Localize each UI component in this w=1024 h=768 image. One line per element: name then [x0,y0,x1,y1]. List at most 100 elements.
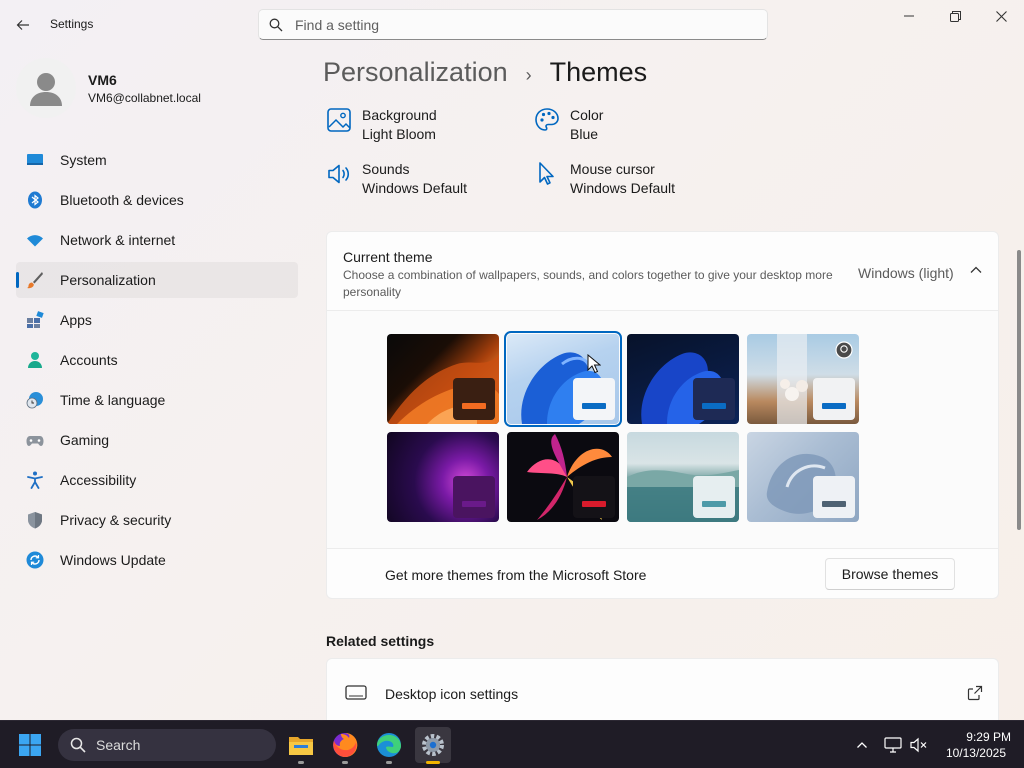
show-hidden-icons-button[interactable] [852,735,872,755]
shield-icon [28,512,42,529]
external-link-icon [967,685,983,701]
bluetooth-icon [28,191,42,209]
back-button[interactable] [10,12,36,38]
volume-tray-button[interactable] [909,735,929,755]
settings-search[interactable] [258,9,768,40]
search-input[interactable] [295,16,735,33]
minimize-icon [904,15,914,17]
restore-button[interactable] [932,0,978,32]
accent-bar [702,403,726,409]
clock-time[interactable]: 9:29 PM [955,730,1011,744]
theme-tile-captured-motion[interactable] [507,432,619,522]
taskbar-file-explorer[interactable] [283,727,319,764]
spotlight-camera-icon [835,341,853,359]
theme-tile-sunrise[interactable] [627,432,739,522]
theme-tile-glow[interactable] [387,432,499,522]
network-tray-button[interactable] [883,735,903,755]
accent-bar [582,501,606,507]
taskbar-firefox[interactable] [327,727,363,764]
apps-icon [27,311,44,328]
close-button[interactable] [978,0,1024,32]
volume-muted-icon [910,737,927,753]
desktop-icon-settings-label: Desktop icon settings [385,686,519,702]
sidebar-item-time-language[interactable]: Time & language [16,382,298,418]
sidebar-item-label: Apps [60,312,92,328]
theme-window-preview [453,476,495,518]
accent-bar [822,403,846,409]
sidebar-item-accessibility[interactable]: Accessibility [16,462,298,498]
app-title: Settings [50,17,94,31]
sounds-title: Sounds [362,161,410,177]
browse-themes-button[interactable]: Browse themes [825,558,955,590]
monitor-icon [345,685,367,700]
theme-window-preview [693,378,735,420]
sidebar-item-bluetooth[interactable]: Bluetooth & devices [16,182,298,218]
scrollbar[interactable] [1017,250,1021,530]
search-icon [269,18,283,31]
sidebar-item-system[interactable]: System [16,142,298,178]
mouse-cursor-value: Windows Default [570,180,676,196]
brush-icon [27,272,43,289]
desktop-icon-settings-row[interactable]: Desktop icon settings [326,658,999,728]
user-profile[interactable]: VM6 VM6@collabnet.local [16,58,296,118]
sidebar-item-accounts[interactable]: Accounts [16,342,298,378]
theme-tile-spotlight[interactable] [747,334,859,424]
sidebar-item-apps[interactable]: Apps [16,302,298,338]
sidebar-item-label: Accounts [60,352,118,368]
taskbar: Search 9:29 PM 10/13/2025 [0,720,1024,768]
firefox-icon [333,732,358,757]
clock-date[interactable]: 10/13/2025 [940,746,1006,760]
breadcrumb-parent[interactable]: Personalization [323,57,508,88]
restore-icon [949,10,961,22]
sidebar-item-network[interactable]: Network & internet [16,222,298,258]
theme-window-preview [453,378,495,420]
sidebar-item-personalization[interactable]: Personalization [16,262,298,298]
theme-tile-windows-light[interactable] [504,331,622,427]
theme-tile-orange-dark[interactable] [387,334,499,424]
edge-icon [377,733,401,757]
close-icon [995,10,1007,22]
sidebar-item-privacy[interactable]: Privacy & security [16,502,298,538]
mouse-cursor-setting[interactable]: Mouse cursor Windows Default [534,161,724,201]
taskbar-search-label: Search [96,737,141,753]
color-setting[interactable]: Color Blue [534,107,724,147]
sounds-setting[interactable]: Sounds Windows Default [326,161,516,201]
minimize-button[interactable] [886,0,932,32]
background-value: Light Bloom [362,126,436,142]
taskbar-search[interactable]: Search [58,729,276,761]
accessibility-icon [27,471,43,489]
theme-window-preview [813,476,855,518]
breadcrumb-separator: › [525,65,532,85]
globe-clock-icon [26,392,43,409]
theme-window-preview [813,378,855,420]
sounds-value: Windows Default [362,180,468,196]
sidebar-item-label: Windows Update [60,552,166,568]
mouse-cursor-title: Mouse cursor [570,161,655,177]
taskbar-settings[interactable] [415,727,451,764]
sidebar-item-label: Bluetooth & devices [60,192,184,208]
sidebar-item-label: Network & internet [60,232,176,248]
running-indicator [342,761,348,764]
search-icon [70,737,86,753]
sidebar-item-windows-update[interactable]: Windows Update [16,542,298,578]
sidebar-item-label: System [60,152,107,168]
theme-gallery [326,311,999,549]
current-theme-header[interactable]: Current theme Choose a combination of wa… [326,231,999,311]
theme-window-preview [573,378,615,420]
speaker-icon [328,164,350,184]
sidebar-item-label: Time & language [60,392,166,408]
windows-start-icon[interactable] [18,733,42,757]
background-setting[interactable]: Background Light Bloom [326,107,516,147]
update-icon [26,551,44,569]
running-indicator [298,761,304,764]
sidebar-item-gaming[interactable]: Gaming [16,422,298,458]
theme-tile-windows-dark[interactable] [627,334,739,424]
chevron-up-icon[interactable] [968,262,984,278]
store-text: Get more themes from the Microsoft Store [385,567,647,583]
mouse-pointer-icon [587,354,601,374]
active-indicator [426,761,440,764]
sidebar-nav: System Bluetooth & devices Network & int… [16,142,298,582]
accent-bar [582,403,606,409]
taskbar-edge[interactable] [371,727,407,764]
theme-tile-flow[interactable] [747,432,859,522]
